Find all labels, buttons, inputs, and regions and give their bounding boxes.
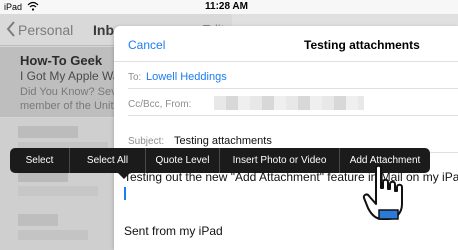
hand-pointer-icon bbox=[362, 164, 403, 220]
compose-header: Cancel Testing attachments bbox=[114, 26, 458, 62]
clock: 11:28 AM bbox=[205, 1, 248, 12]
cancel-button[interactable]: Cancel bbox=[128, 38, 165, 52]
blurred-from-address bbox=[214, 96, 364, 110]
cc-bcc-label: Cc/Bcc, From: bbox=[128, 99, 192, 110]
status-bar: iPad 11:28 AM bbox=[0, 0, 458, 14]
cc-bcc-from-field[interactable]: Cc/Bcc, From: bbox=[128, 89, 458, 116]
menu-select-all[interactable]: Select All bbox=[70, 148, 146, 173]
text-cursor bbox=[124, 187, 126, 200]
menu-arrow bbox=[118, 173, 130, 179]
to-label: To: bbox=[128, 72, 142, 83]
to-recipient[interactable]: Lowell Heddings bbox=[146, 71, 227, 83]
menu-insert-photo-or-video[interactable]: Insert Photo or Video bbox=[220, 148, 340, 173]
wifi-icon bbox=[27, 1, 39, 11]
subject-value[interactable]: Testing attachments bbox=[174, 135, 272, 147]
to-field[interactable]: To: Lowell Heddings bbox=[128, 62, 458, 89]
menu-quote-level[interactable]: Quote Level bbox=[146, 148, 220, 173]
compose-title: Testing attachments bbox=[304, 38, 420, 52]
carrier-label: iPad bbox=[4, 2, 23, 12]
subject-label: Subject: bbox=[128, 136, 165, 147]
compose-sheet: Cancel Testing attachments To: Lowell He… bbox=[114, 26, 458, 250]
menu-select[interactable]: Select bbox=[10, 148, 70, 173]
signature-text[interactable]: Sent from my iPad bbox=[124, 224, 223, 238]
